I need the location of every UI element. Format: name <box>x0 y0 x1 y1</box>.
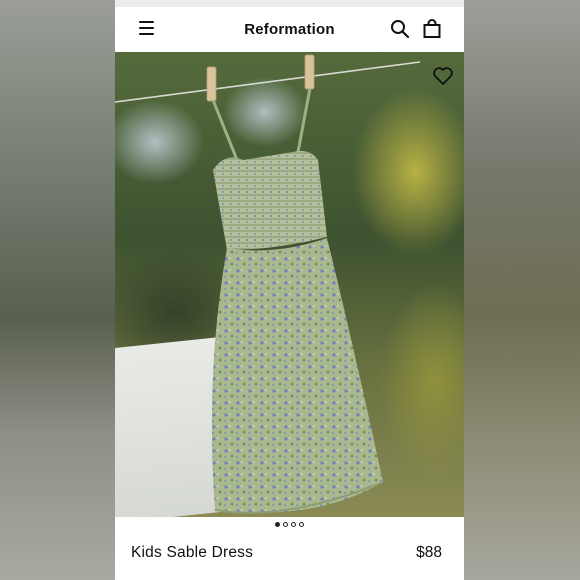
product-price: $88 <box>416 544 442 561</box>
carousel-indicator <box>115 522 464 532</box>
favorite-button[interactable] <box>432 66 454 86</box>
blurred-backdrop-right <box>464 0 580 580</box>
floral-dress <box>206 54 384 514</box>
search-icon <box>391 20 410 39</box>
product-name: Kids Sable Dress <box>131 544 254 561</box>
product-image[interactable] <box>115 52 464 517</box>
hamburger-icon <box>139 21 154 23</box>
carousel-dot[interactable] <box>275 522 280 527</box>
menu-button[interactable] <box>139 21 155 35</box>
brand-logo[interactable]: Reformation <box>244 21 335 38</box>
search-button[interactable] <box>390 19 410 39</box>
carousel-dot[interactable] <box>299 522 304 527</box>
shopping-bag-button[interactable] <box>422 19 442 39</box>
blurred-backdrop-left <box>0 0 115 580</box>
status-strip <box>115 0 464 7</box>
shopping-bag-icon <box>423 19 441 38</box>
carousel-dot[interactable] <box>291 522 296 527</box>
product-screen: Reformation Kids Sable Dress $88 <box>115 0 464 580</box>
heart-icon <box>433 67 453 85</box>
app-header: Reformation <box>115 7 464 52</box>
carousel-dot[interactable] <box>283 522 288 527</box>
